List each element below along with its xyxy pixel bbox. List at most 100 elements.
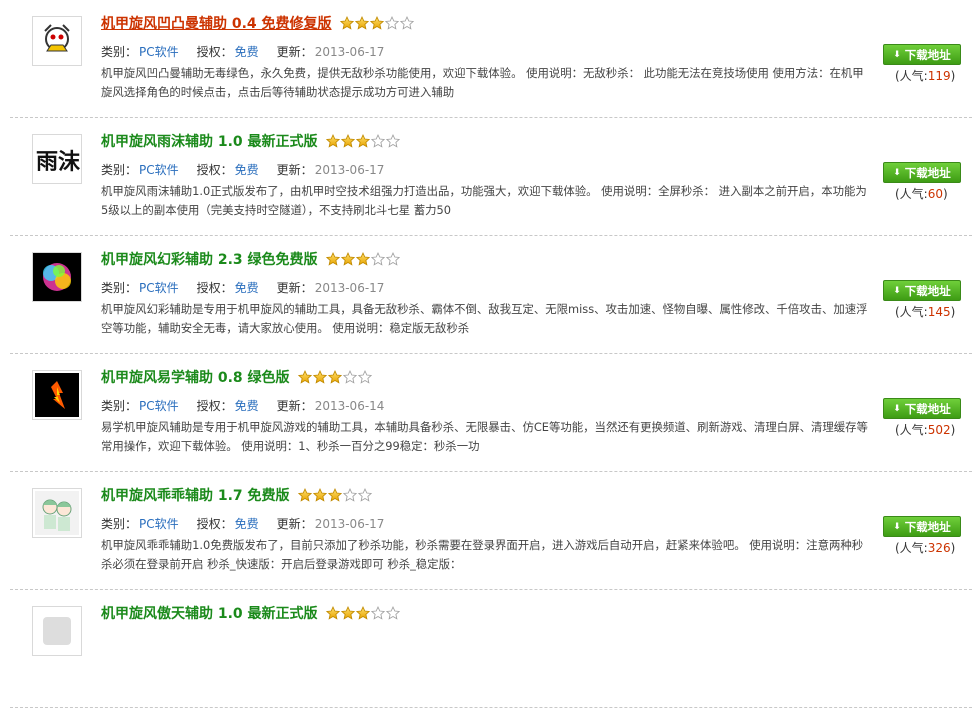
license-link[interactable]: 免费 [235,163,259,177]
star-empty-icon [399,16,414,30]
star-empty-icon [342,370,357,384]
license-label: 授权： [196,163,233,177]
popularity: (人气:119) [895,67,955,84]
star-filled-icon [340,606,355,620]
star-filled-icon [325,606,340,620]
star-filled-icon [297,370,312,384]
rating-stars [325,252,400,266]
rating-stars [339,16,414,30]
download-button[interactable]: ⬇ 下载地址 [883,280,961,301]
license-label: 授权： [196,281,233,295]
star-empty-icon [385,134,400,148]
item-description: 机甲旋风雨沫辅助1.0正式版发布了，由机甲时空技术组强力打造出品，功能强大，欢迎… [101,184,867,217]
category-link[interactable]: PC软件 [139,517,179,531]
star-empty-icon [370,606,385,620]
category-link[interactable]: PC软件 [139,281,179,295]
star-filled-icon [369,16,384,30]
updated-label: 更新： [276,399,313,413]
download-button-label: 下载地址 [904,47,951,62]
item-meta: 类别： PC软件 授权： 免费 更新： 2013-06-17 [101,279,384,296]
license-label: 授权： [196,399,233,413]
list-item: 机甲旋风乖乖辅助 1.7 免费版 类别： PC软件 授权： 免费 更新： 2013-06-1… [0,472,976,590]
star-filled-icon [325,134,340,148]
item-description: 机甲旋风乖乖辅助1.0免费版发布了，目前只添加了秒杀功能，秒杀需要在登录界面开启… [101,538,864,571]
item-title-link[interactable]: 机甲旋风凹凸曼辅助 0.4 免费修复版 [101,13,332,33]
download-button-label: 下载地址 [904,401,951,416]
popularity-count: 145 [927,305,951,319]
popularity-suffix: ) [950,423,956,437]
license-link[interactable]: 免费 [235,517,259,531]
download-arrow-icon: ⬇ [893,403,901,414]
updated-label: 更新： [276,45,313,59]
star-filled-icon [340,252,355,266]
star-filled-icon [340,134,355,148]
anime-characters-icon[interactable] [32,488,82,538]
download-arrow-icon: ⬇ [893,521,901,532]
star-filled-icon [312,370,327,384]
star-empty-icon [357,370,372,384]
updated-label: 更新： [276,163,313,177]
calligraphy-icon[interactable]: 雨沫 [32,134,82,184]
download-button-label: 下载地址 [904,519,951,534]
svg-text:雨沫: 雨沫 [36,149,80,175]
star-empty-icon [384,16,399,30]
popularity: (人气:60) [895,185,948,202]
item-description: 机甲旋风凹凸曼辅助无毒绿色，永久免费，提供无敌秒杀功能使用，欢迎下载体验。 使用… [101,66,864,99]
download-button[interactable]: ⬇ 下载地址 [883,44,961,65]
rating-stars [297,370,372,384]
category-link[interactable]: PC软件 [139,45,179,59]
updated-label: 更新： [276,281,313,295]
updated-date: 2013-06-17 [314,163,385,177]
download-button[interactable]: ⬇ 下载地址 [883,162,961,183]
category-label: 类别： [101,399,138,413]
category-label: 类别： [101,281,138,295]
category-link[interactable]: PC软件 [139,399,179,413]
popularity-count: 119 [927,69,951,83]
rating-stars [297,488,372,502]
star-filled-icon [355,606,370,620]
license-link[interactable]: 免费 [235,45,259,59]
popularity-prefix: (人气: [895,187,928,201]
item-description: 机甲旋风幻彩辅助是专用于机甲旋风的辅助工具，具备无敌秒杀、霸体不倒、敌我互定、无… [101,302,868,335]
popularity: (人气:326) [895,539,955,556]
license-label: 授权： [196,517,233,531]
license-link[interactable]: 免费 [235,399,259,413]
item-title-link[interactable]: 机甲旋风傲天辅助 1.0 最新正式版 [101,603,318,623]
updated-date: 2013-06-17 [314,281,385,295]
popularity-suffix: ) [950,541,956,555]
popularity: (人气:502) [895,421,955,438]
item-title-link[interactable]: 机甲旋风幻彩辅助 2.3 绿色免费版 [101,249,318,269]
star-filled-icon [327,488,342,502]
updated-date: 2013-06-14 [314,399,385,413]
character-icon[interactable] [32,16,82,66]
rating-stars [325,606,400,620]
item-meta: 类别： PC软件 授权： 免费 更新： 2013-06-17 [101,161,384,178]
star-filled-icon [297,488,312,502]
item-title-link[interactable]: 机甲旋风乖乖辅助 1.7 免费版 [101,485,290,505]
category-link[interactable]: PC软件 [139,163,179,177]
download-button-label: 下载地址 [904,165,951,180]
item-title-link[interactable]: 机甲旋风易学辅助 0.8 绿色版 [101,367,290,387]
popularity: (人气:145) [895,303,955,320]
popularity-prefix: (人气: [895,423,928,437]
item-meta: 类别： PC软件 授权： 免费 更新： 2013-06-14 [101,397,384,414]
popularity-suffix: ) [950,69,956,83]
fire-figure-icon[interactable] [32,370,82,420]
item-meta: 类别： PC软件 授权： 免费 更新： 2013-06-17 [101,43,384,60]
popularity-prefix: (人气: [895,305,928,319]
list-item: 机甲旋风傲天辅助 1.0 最新正式版 [0,590,976,708]
colorful-burst-icon[interactable] [32,252,82,302]
item-description: 易学机甲旋风辅助是专用于机甲旋风游戏的辅助工具，本辅助具备秒杀、无限暴击、仿CE… [101,420,868,453]
download-button[interactable]: ⬇ 下载地址 [883,516,961,537]
download-button-label: 下载地址 [904,283,951,298]
updated-label: 更新： [276,517,313,531]
popularity-prefix: (人气: [895,69,928,83]
download-button[interactable]: ⬇ 下载地址 [883,398,961,419]
popularity-prefix: (人气: [895,541,928,555]
updated-date: 2013-06-17 [314,45,385,59]
app-icon[interactable] [32,606,82,656]
item-title-link[interactable]: 机甲旋风雨沫辅助 1.0 最新正式版 [101,131,318,151]
star-empty-icon [385,606,400,620]
license-link[interactable]: 免费 [235,281,259,295]
star-filled-icon [327,370,342,384]
